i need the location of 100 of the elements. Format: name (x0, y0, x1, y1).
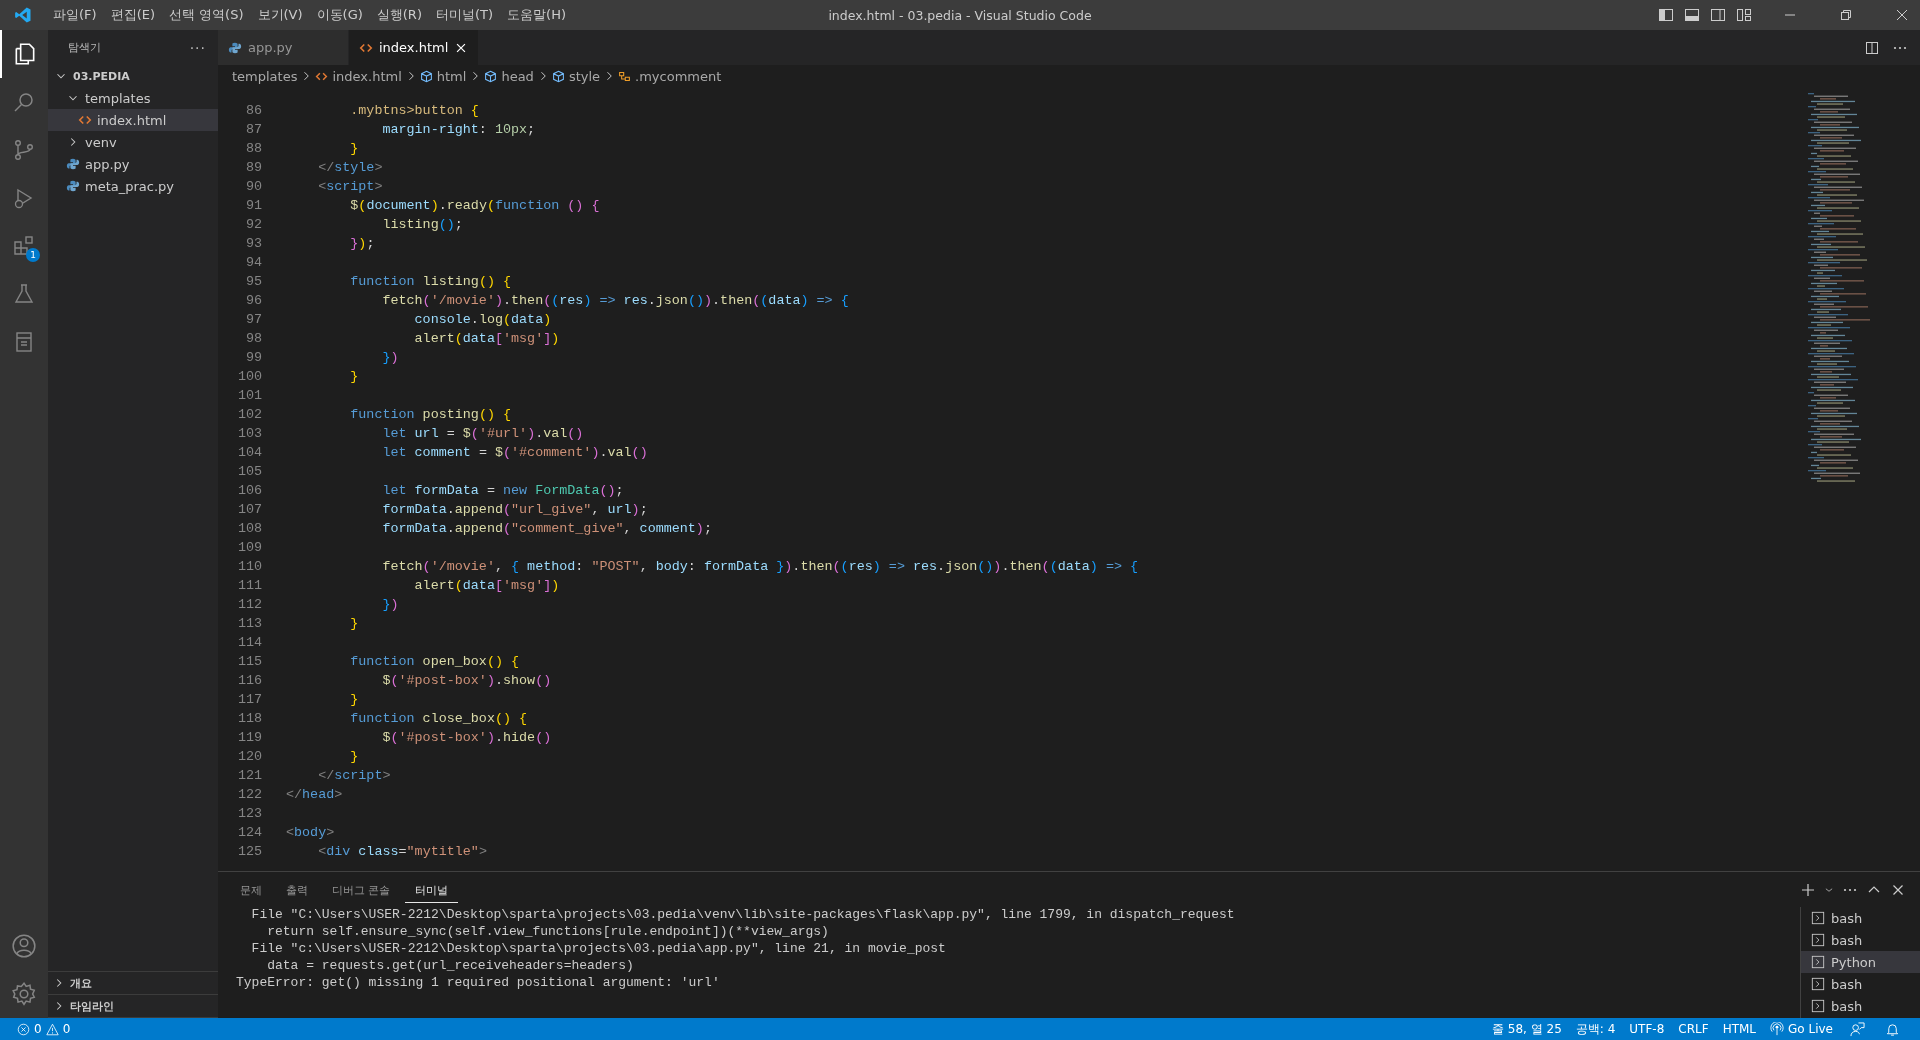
breadcrumb[interactable]: head (484, 68, 534, 84)
section-header[interactable]: 개요 (48, 972, 218, 995)
toggle-secondary-sidebar-icon[interactable] (1710, 7, 1726, 23)
terminal-icon (1811, 911, 1825, 925)
line-ending[interactable]: CRLF (1671, 1022, 1716, 1036)
terminal-item[interactable]: bash (1801, 995, 1920, 1017)
editor-tab[interactable]: app.py (218, 30, 349, 65)
extensions-icon[interactable] (12, 234, 36, 258)
tree-item[interactable]: meta_prac.py (48, 175, 218, 197)
editor-tab[interactable]: index.html (349, 30, 480, 65)
code-line: } (349, 369, 359, 384)
flask-icon[interactable] (12, 282, 36, 306)
more-actions-button[interactable]: ··· (189, 39, 206, 56)
line-number: 124 (236, 825, 262, 840)
cube-icon (551, 69, 565, 83)
python-file-icon (66, 179, 80, 193)
tree-item[interactable]: templates (48, 87, 218, 109)
code-line: } (349, 616, 359, 631)
code-line: .mybtns>button { (349, 103, 479, 118)
line-number: 110 (236, 559, 262, 574)
code-line: <div class="mytitle"> (317, 844, 487, 859)
tree-item[interactable]: venv (48, 131, 218, 153)
line-number: 104 (236, 445, 262, 460)
code-line: let comment = $('#comment').val() (381, 445, 648, 460)
python-file-icon (66, 157, 80, 171)
terminal-icon (1811, 999, 1825, 1013)
code-line: fetch('/movie', { method: "POST", body: formData }).then((res) => res.json()).then((data) => { (381, 559, 1139, 574)
menu-item[interactable]: 보기(V) (250, 6, 310, 24)
terminal-item[interactable]: bash (1801, 907, 1920, 929)
tree-item[interactable]: index.html (48, 109, 218, 131)
tree-item[interactable]: app.py (48, 153, 218, 175)
settings-icon[interactable] (11, 981, 37, 1007)
code-line: }); (349, 236, 375, 251)
go-live-button[interactable]: Go Live (1763, 1022, 1840, 1036)
code-line: $('#post-box').show() (381, 673, 552, 688)
code-line: formData.append("comment_give", comment); (381, 521, 712, 536)
account-icon[interactable] (11, 933, 37, 959)
search-icon[interactable] (12, 90, 36, 114)
code-line: }) (381, 350, 399, 365)
split-editor-icon[interactable] (1864, 39, 1880, 56)
problems-indicator[interactable]: 0 0 (10, 1022, 78, 1036)
terminal-item[interactable]: bash (1801, 973, 1920, 995)
line-number: 122 (236, 787, 262, 802)
code-line: function open_box() { (349, 654, 520, 669)
code-line: let formData = new FormData(); (381, 483, 624, 498)
restore-icon[interactable] (1838, 7, 1854, 23)
panel-tab[interactable]: 출력 (276, 876, 318, 903)
python-file-icon (228, 40, 242, 55)
line-number: 94 (244, 255, 262, 270)
cube-icon (419, 69, 433, 83)
code-line: function posting() { (349, 407, 512, 422)
terminal-line: return self.ensure_sync(self.view_functions[rule.endpoint])(**view_args) (266, 924, 830, 941)
panel-tab[interactable]: 디버그 콘솔 (322, 876, 401, 903)
menu-item[interactable]: 파일(F) (46, 6, 104, 24)
tree-item[interactable]: 03.PEDIA (48, 65, 218, 87)
line-number: 115 (236, 654, 262, 669)
breadcrumb[interactable]: style (551, 68, 601, 84)
code-line: let url = $('#url').val() (381, 426, 584, 441)
indentation[interactable]: 공백: 4 (1568, 1020, 1623, 1038)
menu-item[interactable]: 실행(R) (369, 6, 429, 24)
terminal-item[interactable]: Python (1801, 951, 1920, 973)
feedback-icon[interactable] (1850, 1021, 1865, 1037)
terminal-line: data = requests.get(url_receiveheaders=headers) (266, 958, 635, 975)
panel-tab[interactable]: 터미널 (404, 876, 458, 903)
breadcrumb[interactable]: templates (232, 68, 298, 84)
cube-icon (484, 69, 498, 83)
menu-item[interactable]: 이동(G) (309, 6, 370, 24)
window-title: index.html - 03.pedia - Visual Studio Code (828, 7, 1092, 23)
toggle-sidebar-icon[interactable] (1658, 7, 1674, 23)
line-number: 125 (236, 844, 262, 859)
code-line: } (349, 692, 359, 707)
breadcrumb[interactable]: index.html (315, 68, 402, 84)
source-control-icon[interactable] (12, 138, 36, 162)
language-mode[interactable]: HTML (1715, 1022, 1764, 1036)
close-icon[interactable] (1894, 7, 1910, 23)
breadcrumb[interactable]: html (419, 68, 467, 84)
line-number: 88 (244, 141, 262, 156)
breadcrumb[interactable]: .mycomment (618, 68, 722, 84)
menu-item[interactable]: 선택 영역(S) (162, 6, 251, 24)
bell-icon[interactable] (1885, 1021, 1900, 1037)
cursor-position[interactable]: 줄 58, 열 25 (1485, 1020, 1569, 1038)
error-icon (17, 1022, 30, 1036)
line-number: 107 (236, 502, 262, 517)
line-number: 105 (236, 464, 262, 479)
code-line: <body> (286, 825, 335, 840)
menu-item[interactable]: 터미널(T) (428, 6, 501, 24)
line-number: 87 (244, 122, 262, 137)
toggle-panel-icon[interactable] (1684, 7, 1700, 23)
line-number: 98 (244, 331, 262, 346)
panel-tab[interactable]: 문제 (230, 876, 272, 903)
code-line: $(document).ready(function () { (349, 198, 600, 213)
terminal-icon (1811, 977, 1825, 991)
menu-item[interactable]: 도움말(H) (500, 6, 573, 24)
terminal-line: TypeError: get() missing 1 required positional argument: 'url' (236, 975, 721, 992)
new-terminal-icon[interactable] (1800, 881, 1816, 898)
encoding[interactable]: UTF-8 (1622, 1022, 1672, 1036)
layout-icon[interactable] (1736, 7, 1752, 23)
menu-item[interactable]: 편집(E) (103, 6, 162, 24)
terminal-item[interactable]: bash (1801, 929, 1920, 951)
line-number: 99 (244, 350, 262, 365)
